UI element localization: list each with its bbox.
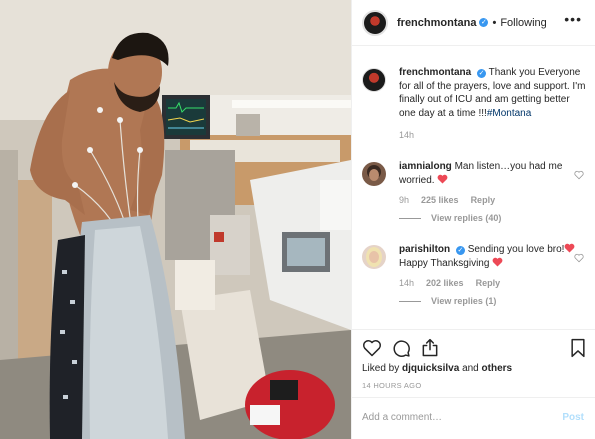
- comment-text-start: Sending you love bro!: [467, 244, 565, 255]
- add-comment-input[interactable]: Add a comment…: [362, 412, 442, 423]
- liked-by-prefix: Liked by: [362, 363, 400, 374]
- liked-by-connector: and: [462, 363, 479, 374]
- commenter-avatar[interactable]: [362, 162, 386, 186]
- comment-likes[interactable]: 202 likes: [426, 278, 464, 288]
- comment-text-end: Happy Thanksgiving: [399, 257, 490, 269]
- red-heart-emoji-icon: [565, 243, 575, 253]
- liked-by-others[interactable]: others: [482, 363, 513, 374]
- comment-item: iamnialong Man listen…you had me worried…: [362, 160, 587, 223]
- liked-by-line: Liked by djquicksilva and others: [362, 363, 512, 374]
- bookmark-icon[interactable]: [568, 338, 588, 358]
- actions-divider: [352, 329, 595, 330]
- author-username[interactable]: frenchmontana: [397, 17, 476, 29]
- caption-username[interactable]: frenchmontana: [399, 67, 471, 78]
- comment-text-block: iamnialong Man listen…you had me worried…: [399, 160, 587, 187]
- comment-like-heart-icon[interactable]: [574, 253, 584, 263]
- caption-hashtag-link[interactable]: #Montana: [487, 108, 531, 119]
- red-heart-emoji-icon: [492, 257, 503, 267]
- caption-text-block: frenchmontana ✓ Thank you Everyone for a…: [399, 66, 587, 120]
- view-replies-label: View replies (1): [431, 296, 497, 306]
- author-avatar[interactable]: [362, 9, 388, 36]
- verified-badge-icon: ✓: [477, 69, 487, 78]
- caption-avatar[interactable]: [362, 68, 386, 92]
- caption: frenchmontana ✓ Thank you Everyone for a…: [362, 66, 587, 140]
- reply-button[interactable]: Reply: [471, 195, 496, 205]
- comment-like-heart-icon[interactable]: [574, 170, 584, 180]
- comment-text-block: parishilton ✓ Sending you love bro! Happ…: [399, 243, 587, 270]
- comment-time[interactable]: 14h: [399, 278, 414, 288]
- post-actions-bar: [362, 338, 590, 358]
- post-comment-button[interactable]: Post: [562, 412, 584, 423]
- comment-meta: 14h 202 likes Reply: [399, 278, 587, 288]
- caption-time[interactable]: 14h: [399, 130, 414, 140]
- caption-meta: 14h: [399, 130, 587, 140]
- liked-by-user[interactable]: djquicksilva: [402, 363, 459, 374]
- share-icon[interactable]: [420, 338, 440, 358]
- more-options-icon[interactable]: •••: [564, 12, 582, 26]
- replies-line: [399, 300, 421, 302]
- view-replies-label: View replies (40): [431, 213, 502, 223]
- separator-dot: •: [492, 16, 497, 29]
- comment-username[interactable]: iamnialong: [399, 161, 452, 172]
- view-replies-button[interactable]: View replies (1): [399, 296, 587, 306]
- replies-line: [399, 217, 421, 219]
- red-heart-emoji-icon: [437, 174, 448, 184]
- comment-item: parishilton ✓ Sending you love bro! Happ…: [362, 243, 587, 306]
- post-header: frenchmontana ✓ • Following •••: [352, 0, 595, 46]
- view-replies-button[interactable]: View replies (40): [399, 213, 587, 223]
- comment-time[interactable]: 9h: [399, 195, 409, 205]
- comment-meta: 9h 225 likes Reply: [399, 195, 587, 205]
- verified-badge-icon: ✓: [479, 18, 489, 27]
- post-photo: [0, 0, 351, 439]
- heart-icon[interactable]: [362, 338, 382, 358]
- verified-badge-icon: ✓: [455, 246, 465, 255]
- commenter-avatar[interactable]: [362, 245, 386, 269]
- comment-icon[interactable]: [391, 338, 411, 358]
- post-timestamp[interactable]: 14 HOURS AGO: [362, 381, 421, 390]
- comments-list: frenchmontana ✓ Thank you Everyone for a…: [352, 56, 595, 326]
- add-comment-bar: Add a comment… Post: [352, 397, 595, 439]
- reply-button[interactable]: Reply: [476, 278, 501, 288]
- comment-likes[interactable]: 225 likes: [421, 195, 459, 205]
- comment-username[interactable]: parishilton: [399, 244, 450, 255]
- post-side-panel: frenchmontana ✓ • Following ••• frenchmo…: [351, 0, 595, 439]
- follow-status-button[interactable]: Following: [500, 17, 546, 29]
